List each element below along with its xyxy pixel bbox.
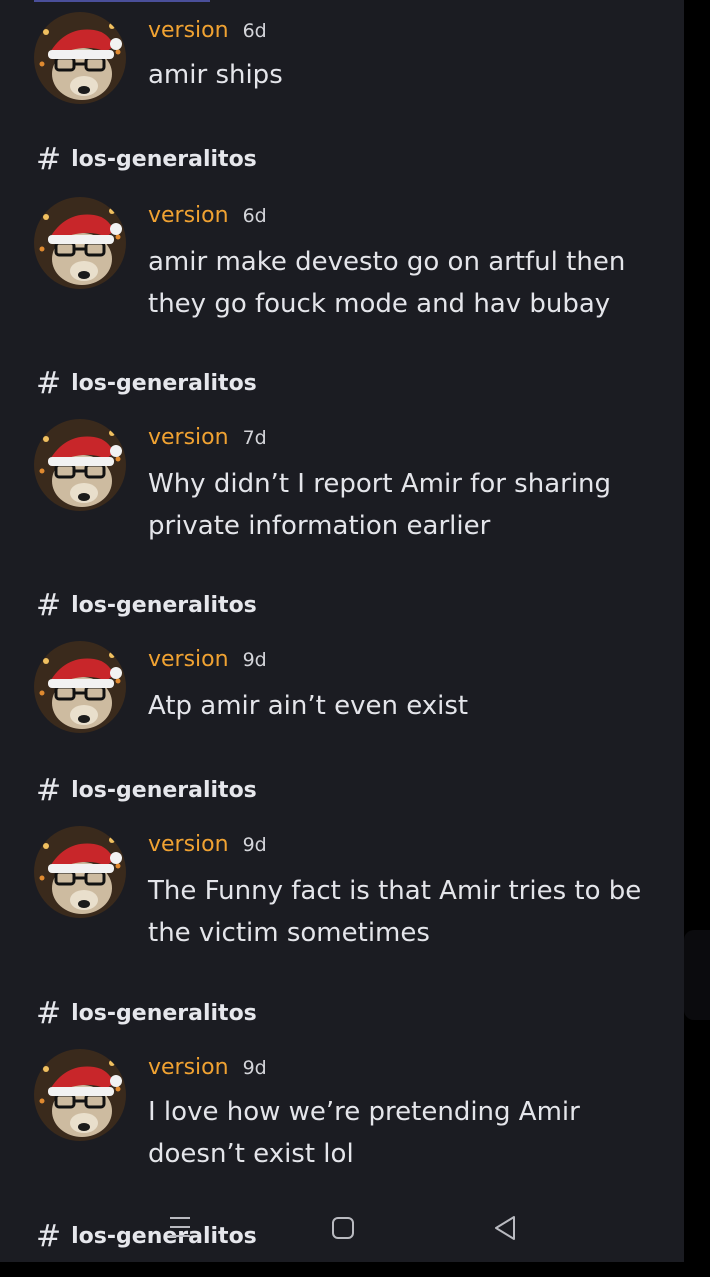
- timestamp: 9d: [242, 1057, 267, 1079]
- message-header: version 9d: [148, 647, 267, 677]
- username[interactable]: version: [148, 647, 229, 672]
- dog-santa-hat-avatar-icon: [34, 641, 126, 733]
- channel-link[interactable]: # los-generalitos: [36, 1218, 257, 1254]
- menu-icon[interactable]: [168, 1214, 192, 1240]
- scroll-indicator: [34, 0, 210, 2]
- dog-santa-hat-avatar-icon: [34, 826, 126, 918]
- hash-icon: #: [36, 587, 62, 623]
- channel-link[interactable]: # los-generalitos: [36, 587, 257, 623]
- username[interactable]: version: [148, 1055, 229, 1080]
- message-text: Why didn’t I report Amir for sharing pri…: [148, 469, 612, 541]
- username[interactable]: version: [148, 832, 229, 857]
- username[interactable]: version: [148, 425, 229, 450]
- username[interactable]: version: [148, 203, 229, 228]
- message-text: Atp amir ain’t even exist: [148, 691, 469, 721]
- message-header: version 9d: [148, 832, 267, 862]
- dog-santa-hat-avatar-icon: [34, 197, 126, 289]
- message-header: version 6d: [148, 203, 267, 233]
- channel-name: los-generalitos: [71, 777, 257, 803]
- avatar[interactable]: [34, 197, 126, 289]
- channel-name: los-generalitos: [71, 592, 257, 618]
- hash-icon: #: [36, 141, 62, 177]
- home-square-icon[interactable]: [330, 1215, 356, 1241]
- channel-name: los-generalitos: [71, 146, 257, 172]
- message-text: The Funny fact is that Amir tries to be …: [148, 876, 642, 948]
- message-text: amir ships: [148, 60, 283, 90]
- avatar[interactable]: [34, 826, 126, 918]
- timestamp: 6d: [242, 205, 267, 227]
- edge-handle: [684, 930, 710, 1020]
- dog-santa-hat-avatar-icon: [34, 12, 126, 104]
- username[interactable]: version: [148, 18, 229, 43]
- avatar[interactable]: [34, 419, 126, 511]
- message-feed: version 6d amir ships # los-generalitos: [0, 0, 684, 1277]
- dog-santa-hat-avatar-icon: [34, 1049, 126, 1141]
- screen-edge: [684, 0, 710, 1277]
- message-text: I love how we’re pretending Amir doesn’t…: [148, 1097, 580, 1169]
- message-header: version 6d: [148, 18, 267, 48]
- message-header: version 7d: [148, 425, 267, 455]
- channel-link[interactable]: # los-generalitos: [36, 365, 257, 401]
- channel-name: los-generalitos: [71, 1000, 257, 1026]
- message-text: amir make devesto go on artful then they…: [148, 247, 626, 319]
- timestamp: 6d: [242, 20, 267, 42]
- dog-santa-hat-avatar-icon: [34, 419, 126, 511]
- message-header: version 9d: [148, 1055, 267, 1085]
- hash-icon: #: [36, 772, 62, 808]
- avatar[interactable]: [34, 12, 126, 104]
- channel-link[interactable]: # los-generalitos: [36, 995, 257, 1031]
- back-triangle-icon[interactable]: [492, 1214, 518, 1242]
- timestamp: 7d: [242, 427, 267, 449]
- avatar[interactable]: [34, 641, 126, 733]
- hash-icon: #: [36, 1218, 62, 1254]
- channel-link[interactable]: # los-generalitos: [36, 772, 257, 808]
- timestamp: 9d: [242, 834, 267, 856]
- timestamp: 9d: [242, 649, 267, 671]
- hash-icon: #: [36, 995, 62, 1031]
- avatar[interactable]: [34, 1049, 126, 1141]
- channel-link[interactable]: # los-generalitos: [36, 141, 257, 177]
- channel-name: los-generalitos: [71, 370, 257, 396]
- hash-icon: #: [36, 365, 62, 401]
- screen-edge-bottom: [0, 1262, 710, 1277]
- channel-name: los-generalitos: [71, 1223, 257, 1249]
